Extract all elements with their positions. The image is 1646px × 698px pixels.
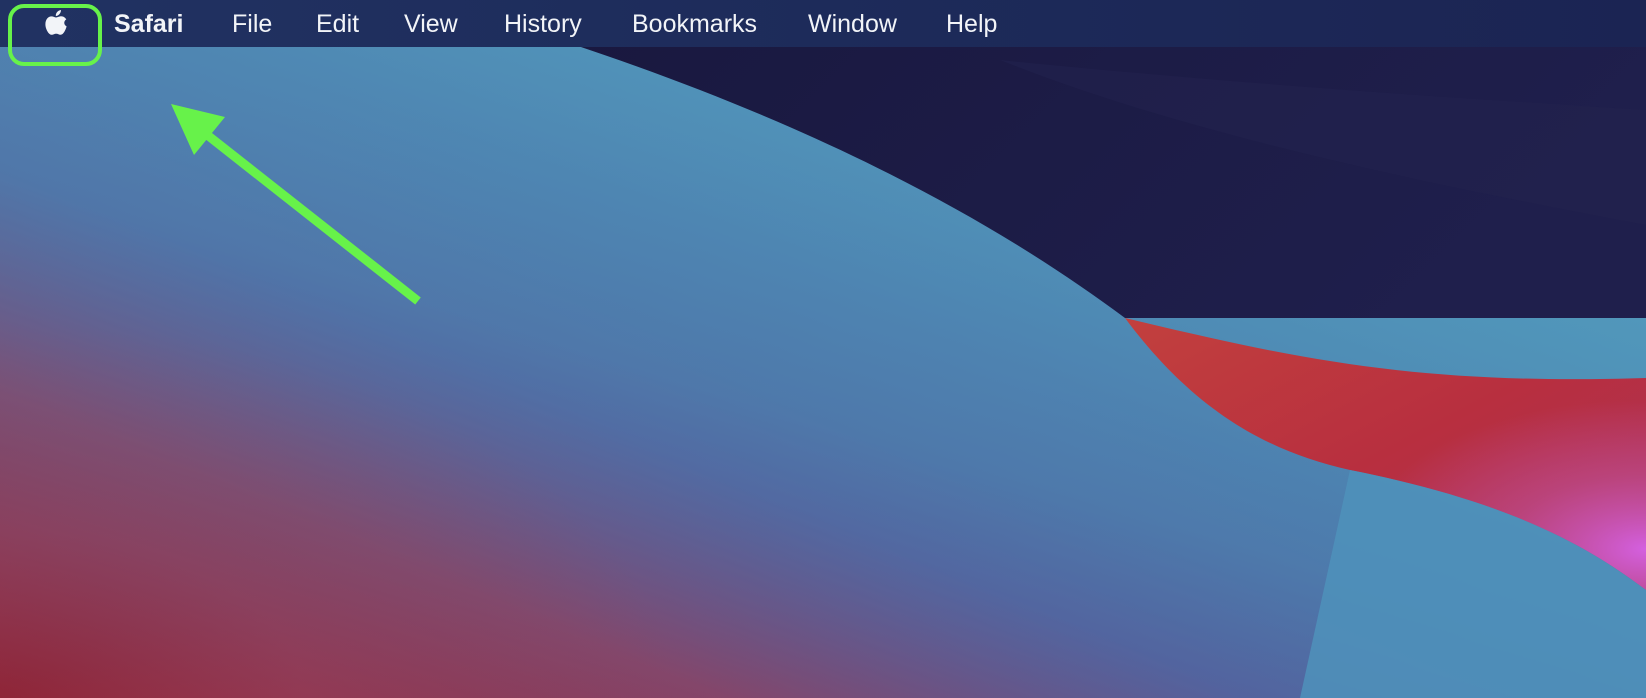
annotation-arrow-icon	[171, 104, 421, 305]
arrow-shaft	[203, 130, 421, 305]
